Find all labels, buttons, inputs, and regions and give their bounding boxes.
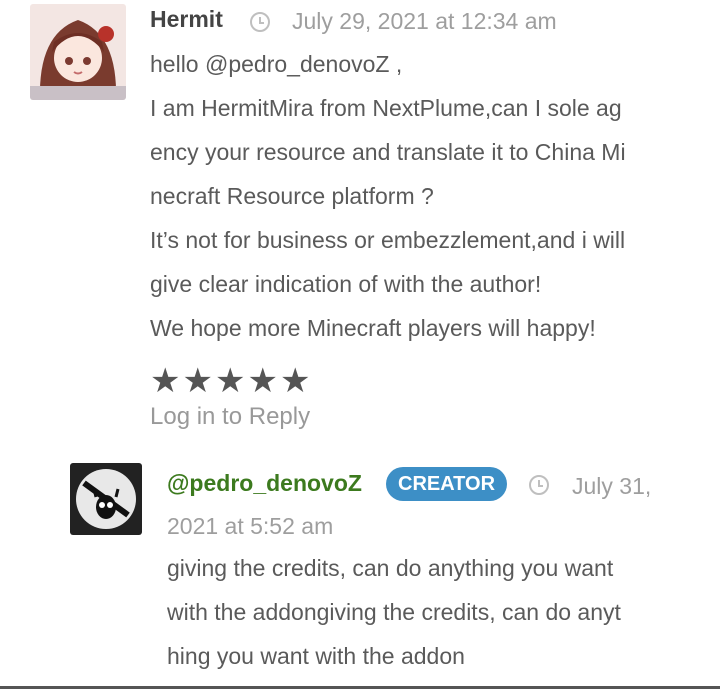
reply-line: with the addongiving the credits, can do… bbox=[167, 599, 621, 625]
comment-line: I am HermitMira from NextPlume,can I sol… bbox=[150, 95, 622, 121]
star-icon: ★ bbox=[150, 362, 181, 400]
comment-line: necraft Resource platform ? bbox=[150, 183, 434, 209]
clock-icon bbox=[250, 12, 270, 32]
comment-line: It’s not for business or embezzlement,an… bbox=[150, 227, 626, 253]
comment-line: hello @pedro_denovoZ , bbox=[150, 51, 403, 77]
comment-author[interactable]: Hermit bbox=[150, 6, 223, 33]
star-icon: ★ bbox=[182, 362, 213, 400]
avatar-image bbox=[70, 463, 142, 535]
rating-stars: ★ ★ ★ ★ ★ bbox=[150, 364, 310, 398]
reply-date-continued[interactable]: 2021 at 5:52 am bbox=[167, 513, 333, 540]
creator-badge: CREATOR bbox=[386, 467, 508, 501]
star-icon: ★ bbox=[214, 362, 246, 400]
reply-line: hing you want with the addon bbox=[167, 643, 465, 669]
avatar bbox=[30, 4, 126, 100]
comment-line: ency your resource and translate it to C… bbox=[150, 139, 626, 165]
reply-author[interactable]: @pedro_denovoZ bbox=[167, 470, 362, 497]
comment-line: We hope more Minecraft players will happ… bbox=[150, 315, 596, 341]
clock-icon bbox=[529, 475, 549, 495]
comment-date[interactable]: July 29, 2021 at 12:34 am bbox=[292, 8, 557, 35]
reply-body: giving the credits, can do anything you … bbox=[167, 546, 621, 678]
star-icon: ★ bbox=[279, 362, 311, 400]
comment-body: hello @pedro_denovoZ , I am HermitMira f… bbox=[150, 42, 626, 350]
reply-line: giving the credits, can do anything you … bbox=[167, 555, 614, 581]
star-icon: ★ bbox=[247, 362, 278, 400]
comment-line: give clear indication of with the author… bbox=[150, 271, 542, 297]
login-to-reply-link[interactable]: Log in to Reply bbox=[150, 403, 310, 431]
reply-date[interactable]: July 31, bbox=[572, 473, 651, 500]
avatar bbox=[70, 463, 142, 535]
avatar-image bbox=[30, 4, 126, 100]
